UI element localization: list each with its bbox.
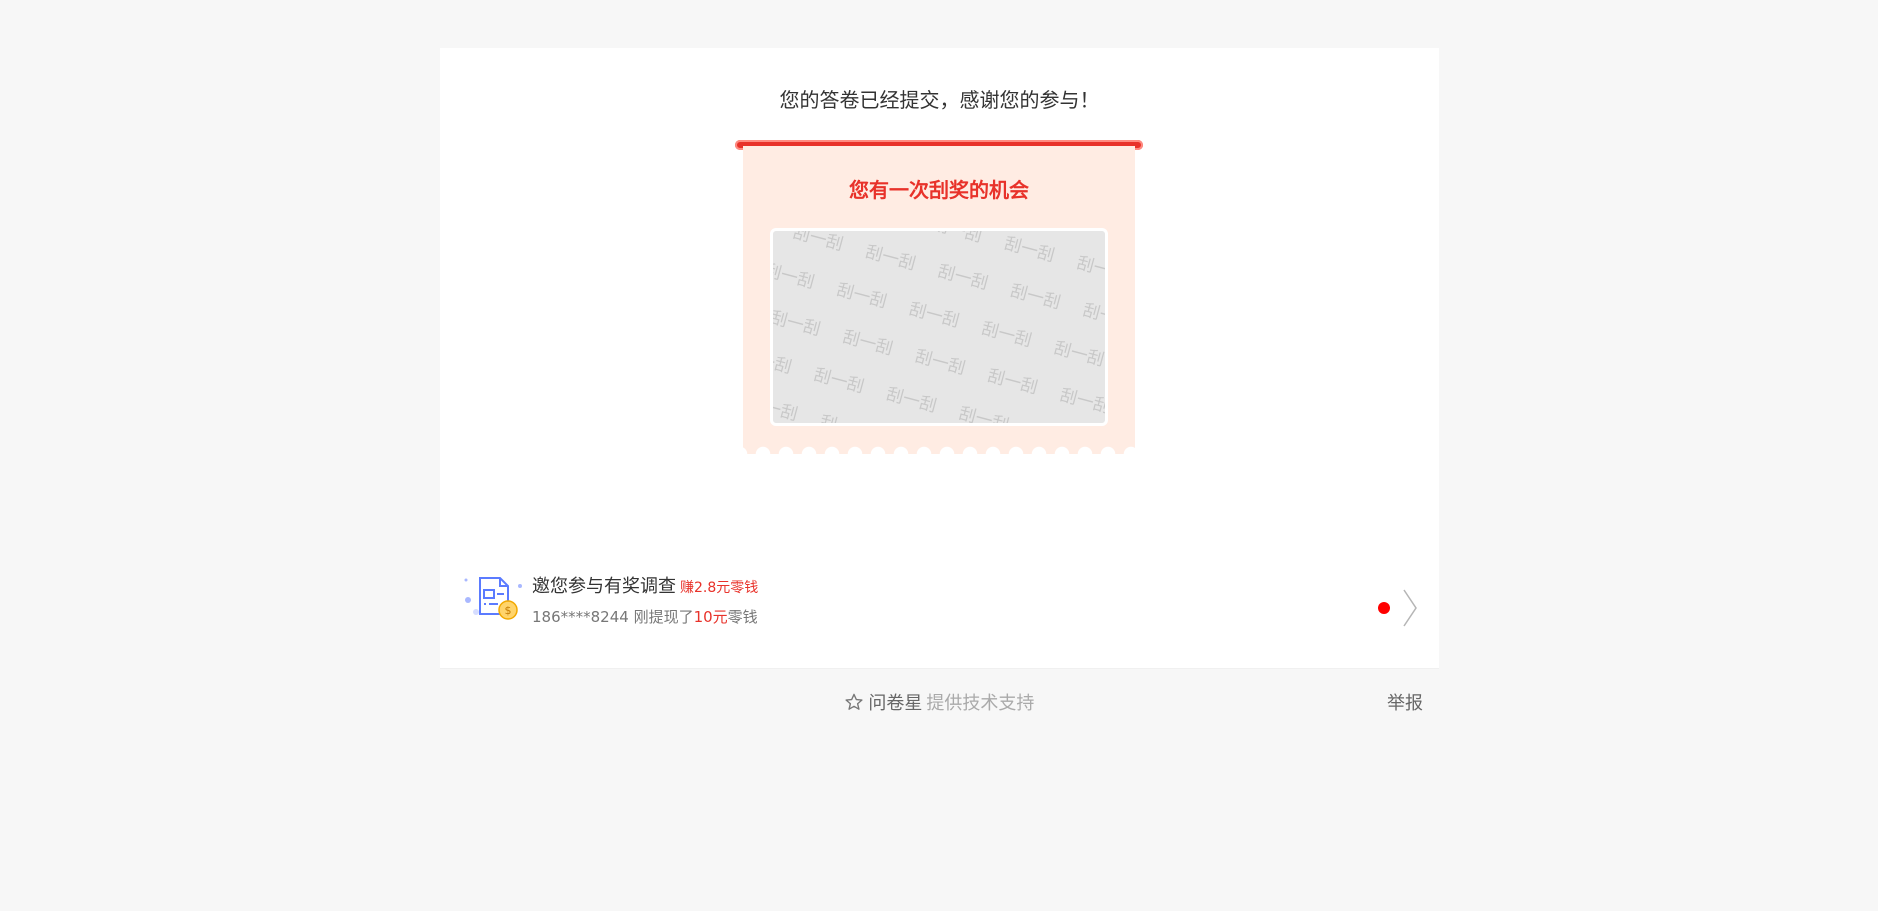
- scratch-overlay-word: 刮一刮: [770, 260, 817, 294]
- footer: 问卷星 提供技术支持 举报: [440, 668, 1439, 733]
- scratch-overlay-word: 刮一刮: [1008, 280, 1063, 314]
- scratch-overlay-word: 刮一刮: [818, 407, 874, 423]
- scratch-overlay-word: 刮一刮: [1074, 253, 1108, 286]
- footer-brand-name[interactable]: 问卷星: [868, 693, 922, 714]
- survey-money-icon: $: [464, 577, 522, 620]
- scratch-overlay-word: 刮一刮: [912, 346, 968, 380]
- footer-brand: 问卷星 提供技术支持: [440, 689, 1439, 715]
- scratch-overlay-word: 刮一刮: [1057, 385, 1108, 418]
- scratch-overlay-word: 刮一刮: [935, 261, 991, 295]
- scratch-overlay-word: 刮一刮: [956, 403, 1011, 426]
- invite-subtext: 186****8244 刚提现了10元零钱: [532, 606, 758, 627]
- scratch-overlay-word: 刮一刮: [1029, 418, 1085, 423]
- invite-sub-amount: 10元: [693, 608, 728, 626]
- scratch-overlay-word: 刮一刮: [863, 242, 918, 275]
- submitted-message: 您的答卷已经提交，感谢您的参与！: [779, 88, 1100, 112]
- scratch-overlay-word: 刮一刮: [884, 384, 939, 417]
- scratch-overlay-word: 刮一刮: [1051, 338, 1107, 371]
- result-card: 您的答卷已经提交，感谢您的参与！ 您有一次刮奖的机会 刮一刮 刮一刮 刮一刮 刮一刮刮…: [440, 48, 1439, 668]
- scratch-ticket: 您有一次刮奖的机会 刮一刮 刮一刮 刮一刮 刮一刮 刮一刮 刮一刮 刮一刮 刮一刮 刮一刮 刮一刮…: [743, 146, 1135, 462]
- invite-earn-text: 赚2.8元零钱: [680, 580, 759, 596]
- scratch-ticket-title: 您有一次刮奖的机会: [849, 178, 1029, 202]
- scratch-overlay-word: 刮一刮: [790, 228, 846, 256]
- scratch-overlay-word: 刮一刮: [811, 364, 867, 398]
- scratch-overlay-word: 刮一刮: [1080, 300, 1108, 333]
- scratch-overlay-word: 刮一刮: [1002, 233, 1057, 267]
- scratch-overlay-word: 刮一刮: [929, 228, 985, 247]
- ticket-scallop-edge: [743, 446, 1135, 462]
- chevron-right-icon[interactable]: [1400, 586, 1420, 630]
- notification-dot: [1378, 602, 1390, 614]
- invite-sub-suffix: 零钱: [727, 608, 758, 626]
- svg-text:$: $: [505, 604, 512, 617]
- scratch-overlay-word: 刮一刮: [906, 299, 962, 332]
- scratch-overlay-word: 刮一刮: [770, 307, 823, 341]
- scratch-overlay-pattern: 刮一刮 刮一刮 刮一刮 刮一刮 刮一刮 刮一刮 刮一刮 刮一刮 刮一刮 刮一刮 刮一刮 刮一刮 刮一刮刮…: [770, 228, 1108, 426]
- invite-title: 邀您参与有奖调查 赚2.8元零钱: [532, 572, 758, 598]
- invite-survey-banner[interactable]: $ 邀您参与有奖调查 赚2.8元零钱 186****8244 刚提现了10元零钱: [440, 558, 1439, 628]
- invite-title-text: 邀您参与有奖调查: [532, 576, 676, 597]
- scratch-overlay-word: 刮一刮: [770, 392, 800, 426]
- star-icon: [845, 693, 863, 710]
- footer-support-text: 提供技术支持: [926, 693, 1035, 714]
- scratch-overlay-word: 刮一刮: [985, 365, 1040, 399]
- report-link[interactable]: 举报: [1387, 689, 1423, 715]
- scratch-overlay-word: 刮一刮: [834, 279, 889, 313]
- scratch-overlay-word: 刮一刮: [840, 327, 895, 360]
- scratch-overlay-word: 刮一刮: [979, 318, 1034, 352]
- scratch-overlay-word: 刮一刮: [770, 345, 794, 379]
- invite-sub-prefix: 186****8244 刚提现了: [532, 608, 694, 626]
- scratch-area[interactable]: 刮一刮 刮一刮 刮一刮 刮一刮 刮一刮 刮一刮 刮一刮 刮一刮 刮一刮 刮一刮 刮一刮 刮一刮 刮一刮刮…: [770, 228, 1108, 426]
